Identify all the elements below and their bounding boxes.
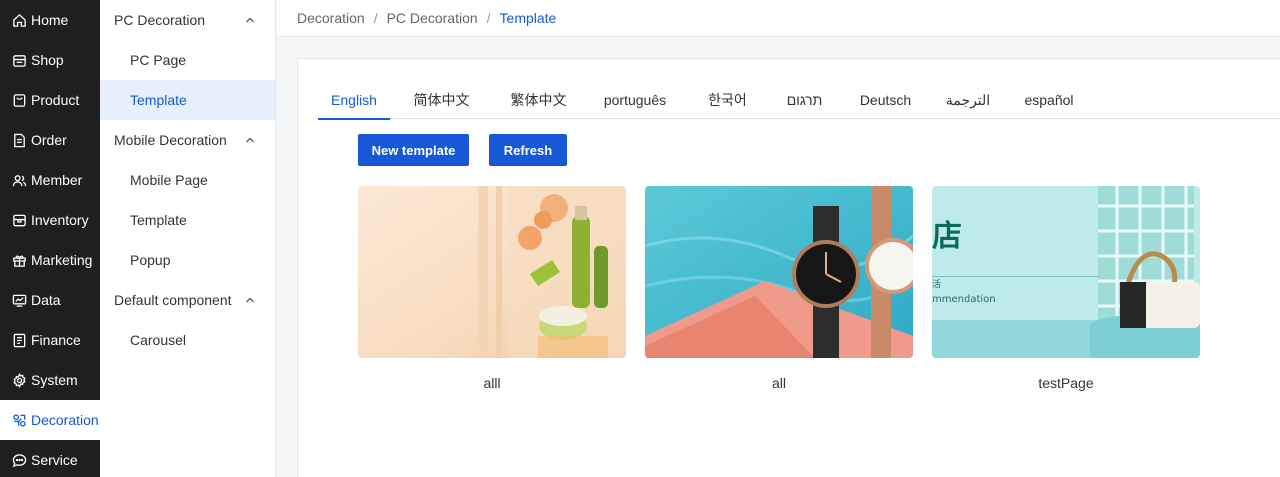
tab-korean[interactable]: 한국어 [686, 81, 769, 119]
subnav-group-default-component[interactable]: Default component [100, 280, 275, 320]
nav-item-home[interactable]: Home [0, 0, 100, 40]
nav-item-finance[interactable]: Finance [0, 320, 100, 360]
subnav-group-label: Mobile Decoration [114, 132, 227, 148]
template-card: all [645, 186, 913, 391]
breadcrumb-item-decoration[interactable]: Decoration [297, 10, 365, 26]
nav-item-label: Inventory [31, 212, 89, 228]
decoration-icon [13, 413, 26, 427]
subnav-group-mobile-decoration[interactable]: Mobile Decoration [100, 120, 275, 160]
gift-icon [13, 255, 26, 267]
nav-item-label: System [31, 372, 78, 388]
new-template-button[interactable]: New template [358, 134, 469, 166]
template-card: alll [358, 186, 626, 391]
nav-item-marketing[interactable]: Marketing [0, 240, 100, 280]
subnav-item-mobile-page[interactable]: Mobile Page [100, 160, 275, 200]
thumb-subtitle-text: mmendation [932, 294, 996, 305]
nav-item-label: Service [31, 452, 78, 468]
breadcrumb: Decoration / PC Decoration / Template [277, 0, 1280, 37]
breadcrumb-item-pc-decoration[interactable]: PC Decoration [387, 10, 478, 26]
subnav-item-carousel[interactable]: Carousel [100, 320, 275, 360]
cosmetics-image [358, 186, 626, 358]
template-card: 店 活 mmendation testPage [932, 186, 1200, 391]
breadcrumb-item-current: Template [499, 10, 557, 26]
tab-english[interactable]: English [318, 81, 390, 120]
tab-simplified-chinese[interactable]: 简体中文 [390, 81, 493, 119]
order-icon [14, 133, 25, 147]
nav-item-decoration[interactable]: Decoration [0, 400, 100, 440]
tab-portuguese[interactable]: português [584, 81, 686, 119]
nav-item-order[interactable]: Order [0, 120, 100, 160]
nav-item-label: Home [31, 12, 69, 28]
nav-item-inventory[interactable]: Inventory [0, 200, 100, 240]
watches-image [645, 186, 913, 358]
sub-nav: PC Decoration PC Page Template Mobile De… [100, 0, 276, 477]
chart-icon [12, 294, 27, 307]
template-name: alll [483, 375, 501, 391]
nav-item-data[interactable]: Data [0, 280, 100, 320]
inventory-icon [13, 214, 26, 226]
nav-item-member[interactable]: Member [0, 160, 100, 200]
nav-item-service[interactable]: Service [0, 440, 100, 477]
tab-hebrew[interactable]: תרגום [769, 81, 840, 119]
chat-icon [12, 453, 27, 467]
nav-item-label: Finance [31, 332, 81, 348]
content-card: English 简体中文 繁体中文 português 한국어 תרגום De… [297, 58, 1280, 477]
subnav-item-pc-page[interactable]: PC Page [100, 40, 275, 80]
thumb-subtitle-char: 活 [932, 278, 941, 290]
nav-item-label: Data [31, 292, 61, 308]
tab-traditional-chinese[interactable]: 繁体中文 [493, 81, 584, 119]
template-thumbnail-handbag[interactable]: 店 活 mmendation [932, 186, 1200, 358]
product-icon [13, 93, 26, 107]
handbag-image: 店 活 mmendation [932, 186, 1200, 358]
tab-arabic[interactable]: الترجمة [931, 81, 1005, 119]
nav-item-label: Shop [31, 52, 64, 68]
subnav-item-mobile-template[interactable]: Template [100, 200, 275, 240]
template-thumbnail-watches[interactable] [645, 186, 913, 358]
refresh-button[interactable]: Refresh [489, 134, 567, 166]
chevron-up-icon [246, 297, 254, 303]
nav-item-system[interactable]: System [0, 360, 100, 400]
subnav-group-label: Default component [114, 292, 232, 308]
tab-spanish[interactable]: español [1005, 81, 1093, 119]
tab-german[interactable]: Deutsch [840, 81, 931, 119]
language-tabs: English 简体中文 繁体中文 português 한국어 תרגום De… [318, 81, 1280, 120]
home-icon [13, 13, 26, 27]
thumb-headline-char: 店 [932, 219, 962, 254]
main-nav: Home Shop Product Order Member Inventory… [0, 0, 100, 477]
member-icon [12, 174, 27, 186]
subnav-group-pc-decoration[interactable]: PC Decoration [100, 0, 275, 40]
nav-item-shop[interactable]: Shop [0, 40, 100, 80]
nav-item-label: Marketing [31, 252, 93, 268]
gear-icon [13, 372, 26, 388]
template-name: testPage [1038, 375, 1094, 391]
nav-item-label: Member [31, 172, 83, 188]
subnav-item-pc-template[interactable]: Template [100, 80, 275, 120]
shop-icon [13, 54, 26, 67]
template-name: all [771, 375, 786, 391]
template-thumbnail-cosmetics[interactable] [358, 186, 626, 358]
subnav-group-label: PC Decoration [114, 12, 206, 28]
breadcrumb-separator: / [373, 10, 378, 26]
nav-item-label: Order [31, 132, 67, 148]
subnav-item-popup[interactable]: Popup [100, 240, 275, 280]
breadcrumb-separator: / [486, 10, 491, 26]
chevron-up-icon [246, 137, 254, 143]
nav-item-label: Decoration [31, 412, 99, 428]
chevron-up-icon [246, 17, 254, 23]
finance-icon [13, 333, 26, 347]
nav-item-label: Product [31, 92, 80, 108]
nav-item-product[interactable]: Product [0, 80, 100, 120]
